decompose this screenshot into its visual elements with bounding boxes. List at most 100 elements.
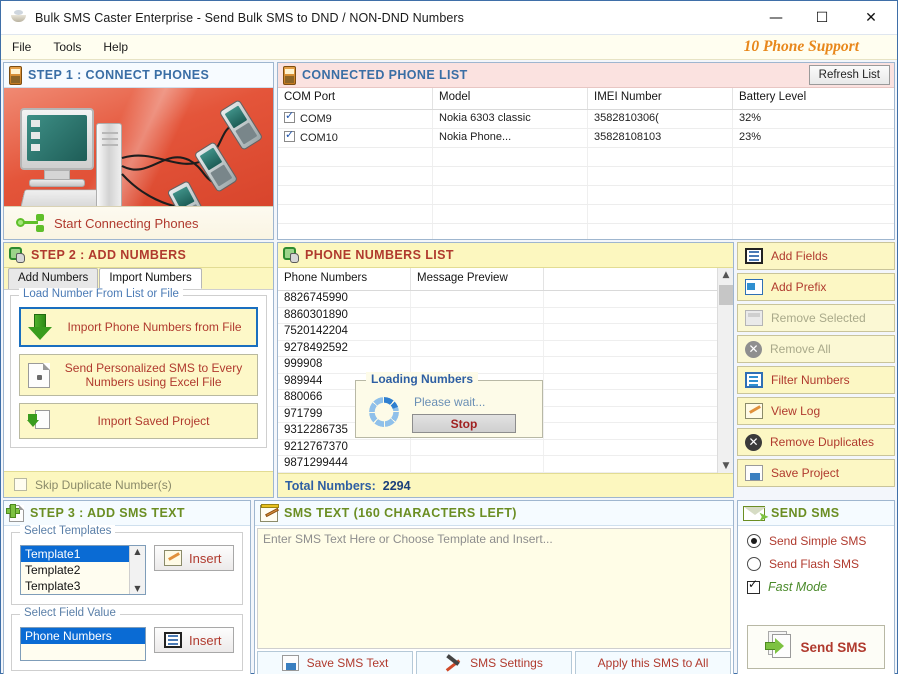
cell-phone-number: 7520142204 [278,324,411,340]
fast-mode-label: Fast Mode [768,580,828,594]
row-step2: STEP 2 : ADD NUMBERS Add Numbers Import … [3,242,895,498]
row-checkbox[interactable] [284,110,295,123]
templates-scroll-spinner[interactable]: ▲ ▼ [129,546,145,594]
add-prefix-button[interactable]: Add Prefix [737,273,895,301]
view-log-button[interactable]: View Log [737,397,895,425]
cell-model: Nokia Phone... [433,129,588,147]
remove-duplicates-button[interactable]: ✕ Remove Duplicates [737,428,895,456]
remove-all-label: Remove All [770,342,831,356]
insert-field-icon [164,632,182,648]
settings-tools-icon [445,655,462,671]
apply-sms-to-all-label: Apply this SMS to All [597,656,709,670]
close-button[interactable]: ✕ [845,1,897,34]
sms-settings-button[interactable]: SMS Settings [416,651,572,674]
total-numbers-value: 2294 [382,478,411,493]
window-title: Bulk SMS Caster Enterprise - Send Bulk S… [35,10,465,25]
send-personalized-sms-excel-button[interactable]: Send Personalized SMS to Every Numbers u… [19,354,258,396]
send-simple-sms-option[interactable]: Send Simple SMS [747,534,885,548]
apply-sms-to-all-button[interactable]: Apply this SMS to All [575,651,731,674]
remove-all-button[interactable]: ✕ Remove All [737,335,895,363]
cell-com-port[interactable]: COM9 [278,110,433,128]
list-item[interactable]: 999908 [278,357,717,374]
numbers-list-icon [283,247,299,263]
list-item[interactable]: 9278492592 [278,340,717,358]
save-project-label: Save Project [771,466,840,480]
minimize-button[interactable]: — [753,1,799,34]
loading-spinner-segments [369,397,399,427]
start-connecting-phones-button[interactable]: Start Connecting Phones [4,206,273,239]
main-body: STEP 1 : CONNECT PHONES Start Connecting… [1,60,897,674]
skip-duplicate-label: Skip Duplicate Number(s) [35,477,172,492]
send-sms-icon: ➤ [743,505,769,524]
fast-mode-row[interactable]: Fast Mode [747,577,885,594]
list-item[interactable]: 8860301890 [278,307,717,325]
menu-item-help[interactable]: Help [92,38,139,56]
view-log-icon [745,403,763,419]
load-number-legend: Load Number From List or File [19,288,183,300]
filter-numbers-label: Filter Numbers [771,373,850,387]
menu-item-file[interactable]: File [1,38,42,56]
refresh-list-button[interactable]: Refresh List [808,65,890,85]
insert-template-button[interactable]: Insert [154,545,234,571]
maximize-button[interactable]: ☐ [799,1,845,34]
table-row[interactable]: COM10 Nokia Phone... 35828108103 23% [278,129,894,148]
save-project-button[interactable]: Save Project [737,459,895,487]
row-checkbox[interactable] [284,129,295,142]
radio-flash-sms[interactable] [747,557,761,571]
import-saved-project-label: Import Saved Project [97,414,210,428]
send-sms-header: ➤ SEND SMS [738,501,894,526]
remove-all-icon: ✕ [745,340,762,358]
template-option[interactable]: Template2 [21,562,145,578]
send-sms-button-label: Send SMS [800,639,867,655]
template-option[interactable]: Template3 [21,578,145,594]
list-item[interactable]: 7520142204 [278,324,717,341]
radio-simple-sms[interactable] [747,534,761,548]
add-fields-button[interactable]: Add Fields [737,242,895,270]
add-sms-text-icon [6,503,24,522]
tab-import-numbers[interactable]: Import Numbers [99,268,202,289]
scrollbar-thumb[interactable] [719,285,733,305]
list-item[interactable]: 9871299444 [278,456,717,473]
app-logo-icon [10,9,28,26]
import-phone-numbers-from-file-button[interactable]: Import Phone Numbers from File [19,307,258,347]
download-arrow-icon [28,314,52,340]
tab-add-numbers[interactable]: Add Numbers [8,268,99,289]
sms-text-input[interactable]: Enter SMS Text Here or Choose Template a… [257,528,731,649]
loading-dialog-message: Please wait... [414,395,486,409]
skip-duplicate-checkbox[interactable] [14,478,27,491]
cell-com-port-label: COM9 [300,113,332,125]
field-option[interactable]: Phone Numbers [21,628,145,644]
templates-listbox[interactable]: Template1 Template2 Template3 ▲ ▼ [20,545,146,595]
cell-battery: 23% [739,131,762,143]
send-simple-sms-label: Send Simple SMS [769,534,867,548]
save-sms-text-button[interactable]: Save SMS Text [257,651,413,674]
send-flash-sms-option[interactable]: Send Flash SMS [747,557,885,571]
stop-button[interactable]: Stop [412,414,516,433]
fast-mode-checkbox[interactable] [747,577,760,594]
list-item[interactable]: 8826745990 [278,291,717,308]
excel-file-icon [28,362,50,388]
phone-numbers-scrollbar[interactable]: ▲ ▼ [717,268,733,473]
import-saved-project-button[interactable]: Import Saved Project [19,403,258,439]
remove-selected-button[interactable]: Remove Selected [737,304,895,332]
list-item[interactable]: 9212767370 [278,439,717,457]
table-row[interactable]: COM9 Nokia 6303 classic 3582810306( 32% [278,110,894,129]
scroll-down-icon[interactable]: ▼ [718,459,733,473]
cell-phone-number: 8860301890 [278,307,411,324]
scroll-down-icon[interactable]: ▼ [134,584,140,593]
insert-field-button[interactable]: Insert [154,627,234,653]
scroll-up-icon[interactable]: ▲ [718,268,733,282]
cell-phone-number: 999908 [278,357,411,373]
cell-imei: 35828108103 [588,129,733,147]
save-project-icon [745,465,763,481]
field-value-listbox[interactable]: Phone Numbers [20,627,146,661]
remove-selected-icon [745,310,763,326]
filter-numbers-button[interactable]: Filter Numbers [737,366,895,394]
insert-field-label: Insert [189,632,222,648]
send-sms-button[interactable]: Send SMS [747,625,885,669]
template-option[interactable]: Template1 [21,546,145,562]
menu-item-tools[interactable]: Tools [42,38,92,56]
scroll-up-icon[interactable]: ▲ [134,547,140,556]
skip-duplicate-row[interactable]: Skip Duplicate Number(s) [4,471,273,497]
cell-com-port[interactable]: COM10 [278,129,433,147]
